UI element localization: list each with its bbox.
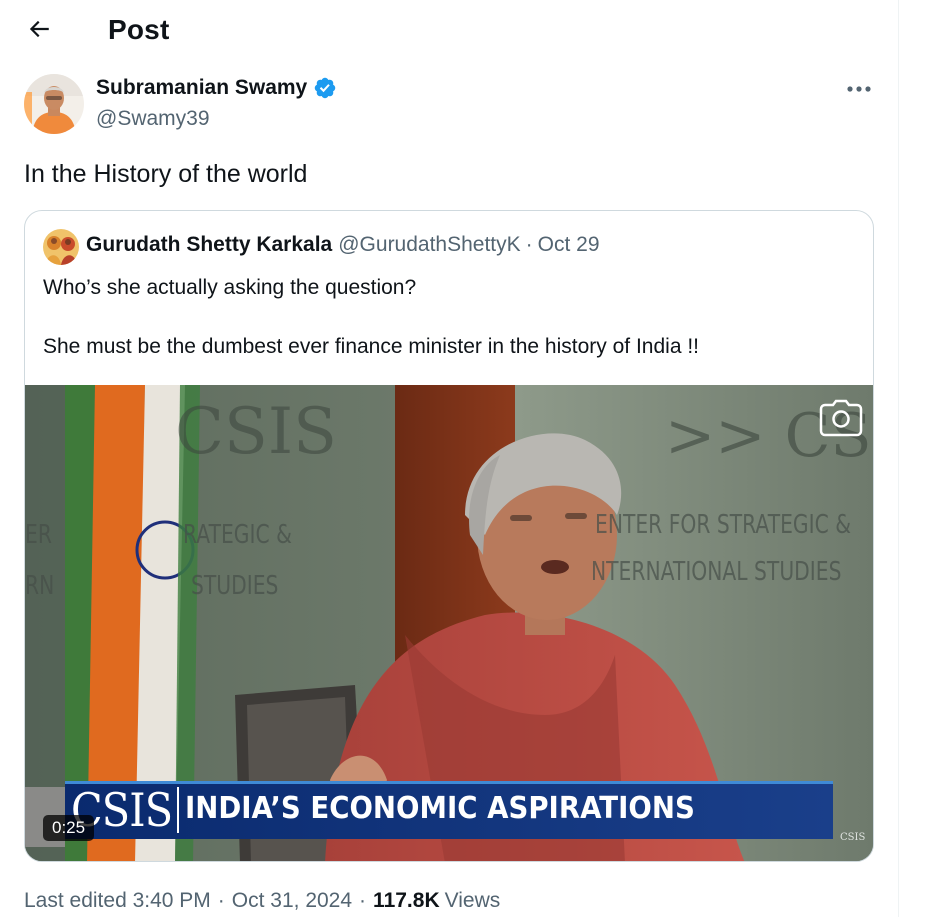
quoted-post[interactable]: Gurudath Shetty Karkala @GurudathShettyK… (24, 210, 874, 862)
quoted-text-line-1: Who’s she actually asking the question? (43, 276, 417, 299)
author-name-row: Subramanian Swamy (96, 76, 337, 100)
background-text-far-left-2: RN (25, 571, 55, 601)
more-button[interactable] (840, 74, 878, 104)
edited-time[interactable]: Last edited 3:40 PM (24, 889, 211, 913)
back-button[interactable] (20, 12, 58, 50)
arrow-left-icon (26, 16, 52, 47)
banner-title: INDIA’S ECONOMIC ASPIRATIONS (185, 791, 695, 826)
views-count: 117.8K (373, 889, 440, 912)
background-text-right-2: NTERNATIONAL STUDIES (591, 557, 842, 587)
verified-badge-icon[interactable] (313, 76, 337, 100)
quoted-header: Gurudath Shetty Karkala @GurudathShettyK… (86, 233, 600, 257)
quoted-text-line-2: She must be the dumbest ever finance min… (43, 335, 700, 358)
tweet-text: In the History of the world (24, 160, 308, 188)
meta-separator: · (359, 889, 367, 912)
corner-watermark: CSIS (840, 832, 866, 843)
video-duration-badge: 0:25 (43, 815, 95, 841)
post-column: Post Subramanian Swamy @Swamy39 In the H… (0, 0, 898, 917)
background-text-far-left-1: ER (25, 520, 52, 550)
author-name[interactable]: Subramanian Swamy (96, 76, 307, 100)
background-logo-left: CSIS (175, 395, 337, 469)
column-divider (898, 0, 899, 917)
background-text-right-1: ENTER FOR STRATEGIC & (595, 510, 852, 540)
author-handle[interactable]: @Swamy39 (96, 107, 210, 131)
meta-separator: · (217, 889, 225, 912)
quoted-author-name[interactable]: Gurudath Shetty Karkala (86, 233, 332, 257)
post-date[interactable]: Oct 31, 2024 (232, 889, 352, 913)
quoted-separator: · (525, 233, 533, 256)
quoted-date[interactable]: Oct 29 (538, 233, 600, 257)
author-avatar[interactable] (24, 74, 84, 134)
quoted-author-handle[interactable]: @GurudathShettyK (338, 233, 520, 257)
post-meta: Last edited 3:40 PM · Oct 31, 2024 · 117… (24, 889, 500, 913)
quoted-author-avatar[interactable] (43, 229, 79, 265)
post-header: Post (0, 0, 898, 62)
camera-icon[interactable] (819, 399, 863, 439)
views-label: Views (444, 889, 501, 912)
more-horizontal-icon (846, 80, 872, 98)
page-title: Post (108, 14, 170, 45)
video-player[interactable]: CSIS >> CSIS RATEGIC & STUDIES ER RN ENT… (25, 385, 873, 861)
background-text-left-2: STUDIES (191, 571, 279, 601)
background-text-left-1: RATEGIC & (183, 520, 292, 550)
